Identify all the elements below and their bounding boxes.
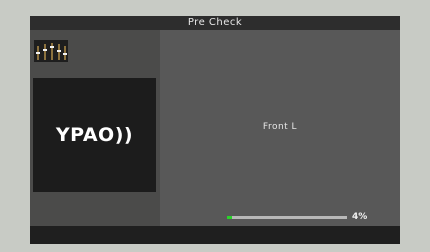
speaker-level-icon	[34, 40, 68, 62]
ypao-logo: YPAO))	[33, 78, 156, 192]
channel-label: Front L	[262, 122, 298, 132]
bottom-bar	[30, 226, 400, 244]
progress-bar-fill	[227, 216, 232, 219]
progress-percent: 4%	[352, 212, 368, 222]
window-title: Pre Check	[30, 16, 400, 30]
pre-check-screen: Pre Check YPAO)) Front L 4%	[30, 16, 400, 244]
progress-bar	[227, 216, 347, 219]
